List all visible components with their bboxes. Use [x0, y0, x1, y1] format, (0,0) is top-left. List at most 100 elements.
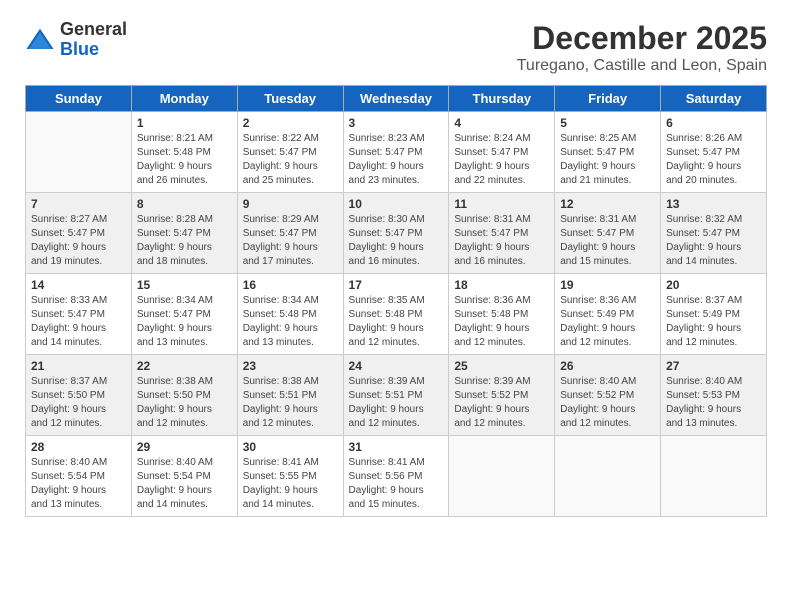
day-number: 13: [666, 197, 761, 211]
day-content: Sunrise: 8:33 AMSunset: 5:47 PMDaylight:…: [31, 294, 126, 350]
day-content: Sunrise: 8:39 AMSunset: 5:52 PMDaylight:…: [454, 375, 549, 431]
calendar-cell: 22 Sunrise: 8:38 AMSunset: 5:50 PMDayligh…: [131, 355, 237, 436]
day-content: Sunrise: 8:21 AMSunset: 5:48 PMDaylight:…: [137, 132, 232, 188]
calendar-cell: 31Sunrise: 8:41 AMSunset: 5:56 PMDayligh…: [343, 436, 449, 517]
calendar-cell: 12Sunrise: 8:31 AMSunset: 5:47 PMDayligh…: [555, 193, 661, 274]
day-number: 11: [454, 197, 549, 211]
calendar-cell: [661, 436, 767, 517]
day-content: Sunrise: 8:24 AMSunset: 5:47 PMDaylight:…: [454, 132, 549, 188]
day-content: Sunrise: 8:39 AMSunset: 5:51 PMDaylight:…: [349, 375, 444, 431]
day-number: 8: [137, 197, 232, 211]
day-number: 23: [243, 359, 338, 373]
day-number: 18: [454, 278, 549, 292]
calendar-cell: 21 Sunrise: 8:37 AMSunset: 5:50 PMDayligh…: [26, 355, 132, 436]
day-number: 24: [349, 359, 444, 373]
day-number: 15: [137, 278, 232, 292]
page: General Blue December 2025 Turegano, Cas…: [0, 0, 792, 612]
calendar-cell: 25 Sunrise: 8:39 AMSunset: 5:52 PMDayligh…: [449, 355, 555, 436]
calendar-cell: 1Sunrise: 8:21 AMSunset: 5:48 PMDaylight…: [131, 112, 237, 193]
week-row-2: 14 Sunrise: 8:33 AMSunset: 5:47 PMDayligh…: [26, 274, 767, 355]
calendar-cell: 24 Sunrise: 8:39 AMSunset: 5:51 PMDayligh…: [343, 355, 449, 436]
calendar-cell: 16 Sunrise: 8:34 AMSunset: 5:48 PMDayligh…: [237, 274, 343, 355]
day-content: Sunrise: 8:40 AMSunset: 5:54 PMDaylight:…: [137, 456, 232, 512]
header: General Blue December 2025 Turegano, Cas…: [25, 20, 767, 75]
calendar-cell: 6 Sunrise: 8:26 AMSunset: 5:47 PMDaylight…: [661, 112, 767, 193]
day-number: 25: [454, 359, 549, 373]
main-title: December 2025: [517, 20, 767, 57]
calendar-cell: 27Sunrise: 8:40 AMSunset: 5:53 PMDayligh…: [661, 355, 767, 436]
day-content: Sunrise: 8:34 AMSunset: 5:47 PMDaylight:…: [137, 294, 232, 350]
calendar-cell: 7 Sunrise: 8:27 AMSunset: 5:47 PMDaylight…: [26, 193, 132, 274]
day-content: Sunrise: 8:25 AMSunset: 5:47 PMDaylight:…: [560, 132, 655, 188]
day-number: 27: [666, 359, 761, 373]
day-number: 29: [137, 440, 232, 454]
day-number: 7: [31, 197, 126, 211]
day-number: 10: [349, 197, 444, 211]
day-content: Sunrise: 8:36 AMSunset: 5:49 PMDaylight:…: [560, 294, 655, 350]
calendar-cell: 15 Sunrise: 8:34 AMSunset: 5:47 PMDayligh…: [131, 274, 237, 355]
day-content: Sunrise: 8:32 AMSunset: 5:47 PMDaylight:…: [666, 213, 761, 269]
day-content: Sunrise: 8:31 AMSunset: 5:47 PMDaylight:…: [454, 213, 549, 269]
week-row-1: 7 Sunrise: 8:27 AMSunset: 5:47 PMDaylight…: [26, 193, 767, 274]
day-content: Sunrise: 8:38 AMSunset: 5:51 PMDaylight:…: [243, 375, 338, 431]
calendar-cell: 11 Sunrise: 8:31 AMSunset: 5:47 PMDayligh…: [449, 193, 555, 274]
calendar-cell: 3 Sunrise: 8:23 AMSunset: 5:47 PMDaylight…: [343, 112, 449, 193]
calendar-cell: 10 Sunrise: 8:30 AMSunset: 5:47 PMDayligh…: [343, 193, 449, 274]
day-number: 28: [31, 440, 126, 454]
day-content: Sunrise: 8:23 AMSunset: 5:47 PMDaylight:…: [349, 132, 444, 188]
day-content: Sunrise: 8:26 AMSunset: 5:47 PMDaylight:…: [666, 132, 761, 188]
day-content: Sunrise: 8:35 AMSunset: 5:48 PMDaylight:…: [349, 294, 444, 350]
day-number: 12: [560, 197, 655, 211]
week-row-4: 28 Sunrise: 8:40 AMSunset: 5:54 PMDayligh…: [26, 436, 767, 517]
logo-general: General: [60, 20, 127, 40]
calendar-cell: 9Sunrise: 8:29 AMSunset: 5:47 PMDaylight…: [237, 193, 343, 274]
day-content: Sunrise: 8:22 AMSunset: 5:47 PMDaylight:…: [243, 132, 338, 188]
calendar-cell: 23 Sunrise: 8:38 AMSunset: 5:51 PMDayligh…: [237, 355, 343, 436]
logo-text: General Blue: [60, 20, 127, 60]
header-row: SundayMondayTuesdayWednesdayThursdayFrid…: [26, 86, 767, 112]
day-header-thursday: Thursday: [449, 86, 555, 112]
day-content: Sunrise: 8:27 AMSunset: 5:47 PMDaylight:…: [31, 213, 126, 269]
calendar-cell: 2 Sunrise: 8:22 AMSunset: 5:47 PMDaylight…: [237, 112, 343, 193]
calendar-cell: 17 Sunrise: 8:35 AMSunset: 5:48 PMDayligh…: [343, 274, 449, 355]
day-number: 9: [243, 197, 338, 211]
day-header-sunday: Sunday: [26, 86, 132, 112]
day-number: 22: [137, 359, 232, 373]
week-row-0: 1Sunrise: 8:21 AMSunset: 5:48 PMDaylight…: [26, 112, 767, 193]
day-content: Sunrise: 8:30 AMSunset: 5:47 PMDaylight:…: [349, 213, 444, 269]
day-number: 3: [349, 116, 444, 130]
calendar-cell: 5 Sunrise: 8:25 AMSunset: 5:47 PMDaylight…: [555, 112, 661, 193]
day-header-wednesday: Wednesday: [343, 86, 449, 112]
day-number: 6: [666, 116, 761, 130]
calendar-cell: 13 Sunrise: 8:32 AMSunset: 5:47 PMDayligh…: [661, 193, 767, 274]
day-content: Sunrise: 8:41 AMSunset: 5:55 PMDaylight:…: [243, 456, 338, 512]
day-number: 5: [560, 116, 655, 130]
day-content: Sunrise: 8:36 AMSunset: 5:48 PMDaylight:…: [454, 294, 549, 350]
day-content: Sunrise: 8:37 AMSunset: 5:50 PMDaylight:…: [31, 375, 126, 431]
day-number: 20: [666, 278, 761, 292]
day-number: 2: [243, 116, 338, 130]
day-number: 16: [243, 278, 338, 292]
day-content: Sunrise: 8:40 AMSunset: 5:54 PMDaylight:…: [31, 456, 126, 512]
day-number: 14: [31, 278, 126, 292]
calendar-cell: [555, 436, 661, 517]
logo-icon: [25, 25, 55, 55]
day-header-monday: Monday: [131, 86, 237, 112]
day-number: 19: [560, 278, 655, 292]
day-number: 17: [349, 278, 444, 292]
day-header-tuesday: Tuesday: [237, 86, 343, 112]
calendar-cell: 19 Sunrise: 8:36 AMSunset: 5:49 PMDayligh…: [555, 274, 661, 355]
day-content: Sunrise: 8:34 AMSunset: 5:48 PMDaylight:…: [243, 294, 338, 350]
day-number: 21: [31, 359, 126, 373]
day-content: Sunrise: 8:38 AMSunset: 5:50 PMDaylight:…: [137, 375, 232, 431]
day-number: 31: [349, 440, 444, 454]
logo-blue: Blue: [60, 40, 127, 60]
calendar-cell: 30Sunrise: 8:41 AMSunset: 5:55 PMDayligh…: [237, 436, 343, 517]
calendar-cell: 26Sunrise: 8:40 AMSunset: 5:52 PMDayligh…: [555, 355, 661, 436]
subtitle: Turegano, Castille and Leon, Spain: [517, 57, 767, 75]
calendar-cell: 20Sunrise: 8:37 AMSunset: 5:49 PMDayligh…: [661, 274, 767, 355]
calendar-cell: 8Sunrise: 8:28 AMSunset: 5:47 PMDaylight…: [131, 193, 237, 274]
calendar-cell: [449, 436, 555, 517]
day-number: 26: [560, 359, 655, 373]
week-row-3: 21 Sunrise: 8:37 AMSunset: 5:50 PMDayligh…: [26, 355, 767, 436]
